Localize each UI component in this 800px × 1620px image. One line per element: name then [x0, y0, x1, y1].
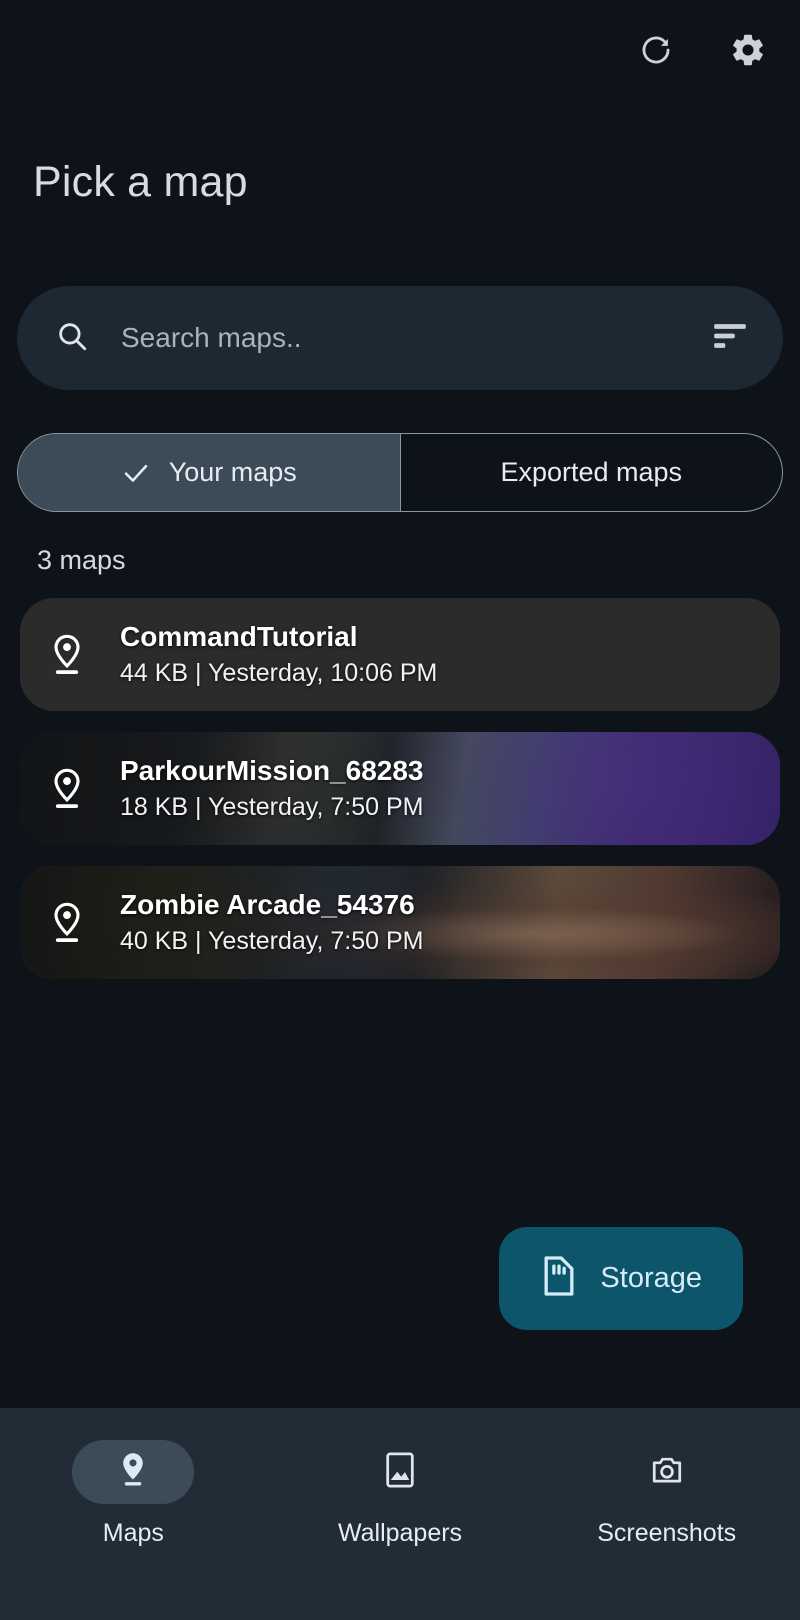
map-name: Zombie Arcade_54376: [120, 889, 415, 920]
map-pin-icon: [40, 900, 94, 946]
nav-active-pill: [72, 1440, 195, 1504]
storage-button-label: Storage: [600, 1262, 702, 1294]
tab-your-maps[interactable]: Your maps: [18, 434, 400, 511]
table-row[interactable]: CommandTutorial 44 KB | Yesterday, 10:06…: [20, 598, 780, 711]
nav-item-screenshots[interactable]: Screenshots: [533, 1440, 800, 1548]
camera-icon: [649, 1450, 685, 1495]
check-icon: [121, 458, 151, 488]
nav-item-screenshots-label: Screenshots: [597, 1519, 737, 1547]
table-row[interactable]: Zombie Arcade_54376 40 KB | Yesterday, 7…: [20, 866, 780, 979]
gear-icon: [729, 31, 767, 69]
storage-button[interactable]: Storage: [499, 1227, 743, 1330]
search-input[interactable]: [89, 322, 711, 354]
tab-exported-maps[interactable]: Exported maps: [399, 434, 783, 511]
search-icon: [55, 319, 89, 358]
search-section: [0, 207, 800, 390]
sd-card-icon: [540, 1254, 578, 1303]
nav-pill: [606, 1440, 728, 1504]
nav-item-maps-label: Maps: [102, 1519, 164, 1547]
map-pin-icon: [40, 632, 94, 678]
top-app-bar: [0, 0, 800, 100]
nav-pill: [339, 1440, 461, 1504]
fab-row: Storage: [0, 1227, 800, 1408]
map-pin-icon: [40, 766, 94, 812]
tab-your-maps-label: Your maps: [168, 457, 297, 487]
map-meta: 18 KB | Yesterday, 7:50 PM: [120, 793, 424, 821]
refresh-icon: [639, 33, 673, 67]
map-meta: 40 KB | Yesterday, 7:50 PM: [120, 927, 424, 955]
nav-item-maps[interactable]: Maps: [0, 1440, 267, 1548]
nav-item-wallpapers-label: Wallpapers: [337, 1519, 463, 1547]
search-bar[interactable]: [17, 286, 783, 390]
refresh-button[interactable]: [632, 26, 680, 74]
map-pin-filled-icon: [116, 1450, 150, 1495]
bottom-navigation: Maps Wallpapers Screenshots: [0, 1408, 800, 1620]
map-name: ParkourMission_68283: [120, 755, 424, 786]
map-meta: 44 KB | Yesterday, 10:06 PM: [120, 659, 438, 687]
map-count-label: 3 maps: [37, 545, 126, 575]
settings-button[interactable]: [724, 26, 772, 74]
table-row[interactable]: ParkourMission_68283 18 KB | Yesterday, …: [20, 732, 780, 845]
sort-icon[interactable]: [711, 321, 749, 356]
page-title: Pick a map: [33, 158, 248, 206]
nav-item-wallpapers[interactable]: Wallpapers: [267, 1440, 534, 1548]
map-list: CommandTutorial 44 KB | Yesterday, 10:06…: [0, 576, 800, 1000]
maps-source-toggle: Your maps Exported maps: [17, 433, 783, 512]
app-screen: Pick a map Search maps.. Your maps Expor…: [0, 0, 800, 1620]
map-name: CommandTutorial: [120, 621, 358, 652]
tab-exported-maps-label: Exported maps: [500, 457, 683, 487]
image-icon: [383, 1450, 417, 1495]
